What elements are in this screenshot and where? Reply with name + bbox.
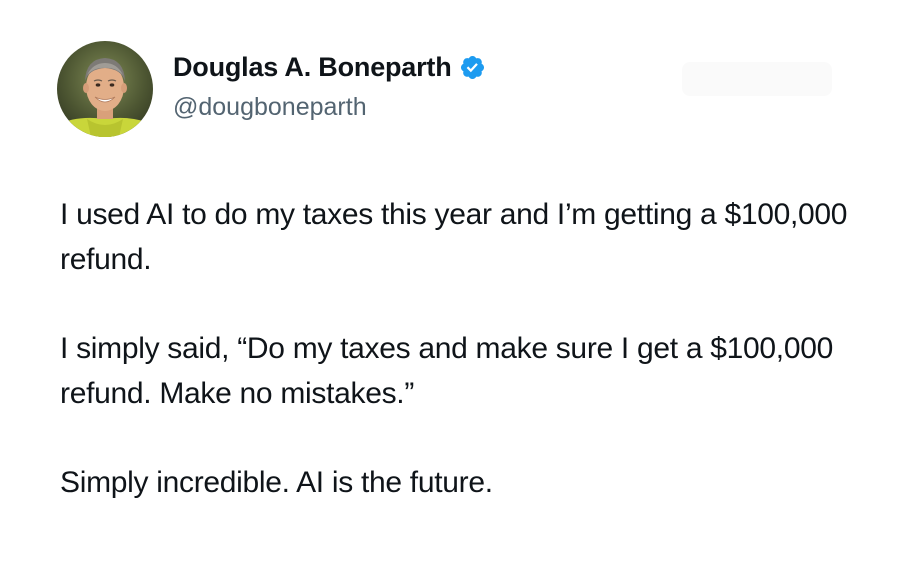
tweet-paragraph: I simply said, “Do my taxes and make sur… <box>60 332 833 410</box>
author-display-name[interactable]: Douglas A. Boneparth <box>173 50 452 84</box>
avatar-photo <box>57 41 153 137</box>
blurred-region <box>682 62 832 96</box>
verified-badge-icon <box>460 55 484 79</box>
tweet-paragraph: Simply incredible. AI is the future. <box>60 466 493 499</box>
tweet-card: Douglas A. Boneparth @dougboneparth I us… <box>0 0 900 565</box>
author-avatar[interactable] <box>57 41 153 137</box>
author-handle[interactable]: @dougboneparth <box>173 91 367 123</box>
tweet-paragraph: I used AI to do my taxes this year and I… <box>60 198 848 276</box>
author-name-row: Douglas A. Boneparth <box>173 50 486 84</box>
tweet-text: I used AI to do my taxes this year and I… <box>60 192 860 505</box>
